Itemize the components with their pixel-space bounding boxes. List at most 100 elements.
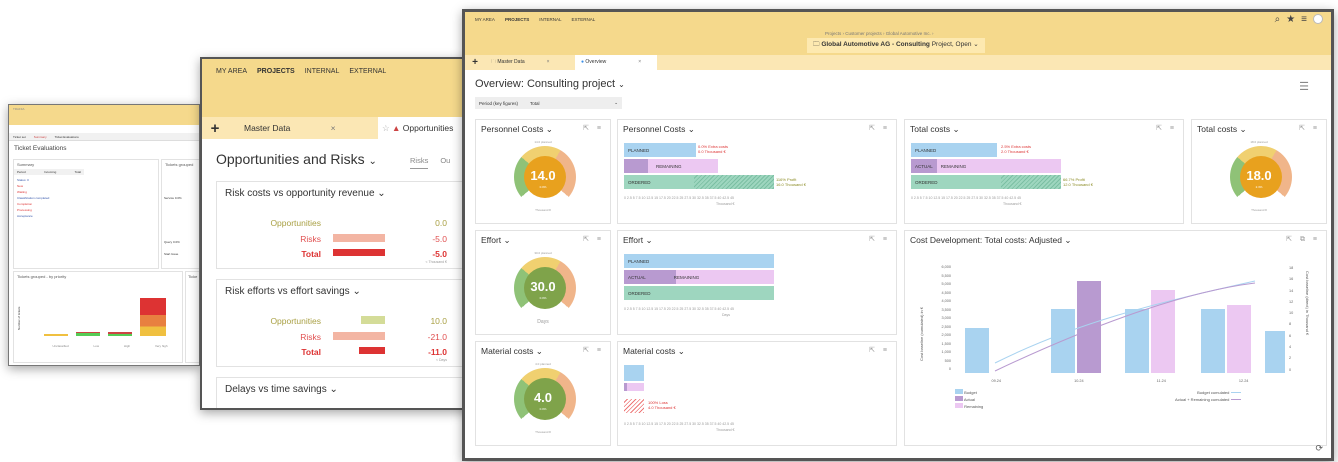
profit-value: 12.0 Thousand € <box>1063 182 1093 187</box>
tab-summary[interactable]: Summary <box>34 135 47 139</box>
nav-external[interactable]: EXTERNAL <box>349 68 386 75</box>
legend-actual-cumulated[interactable]: Actual + Remaining cumulated <box>1175 396 1241 403</box>
total-bar <box>333 249 385 256</box>
profit-value: 16.0 Thousand € <box>776 182 806 187</box>
x-label: Very high <box>154 344 168 348</box>
list-item[interactable]: Acceptance <box>17 213 155 219</box>
period-selector[interactable]: Period (key figures) Total ⌄ <box>475 97 622 109</box>
opps-label: Opportunities <box>270 218 321 228</box>
gauge-value: 18.0 <box>1246 168 1272 183</box>
total-gauge-card: Total costs ⌄ ⇱ ≡ 18.0 planned 18.0 2.3%… <box>1191 119 1327 224</box>
card-icons[interactable]: ⇱ ≡ <box>583 346 604 354</box>
extra-costs-value: 0.0 Thousand € <box>698 149 726 154</box>
chevron-down-icon[interactable]: ⌄ <box>614 100 618 106</box>
card-icons[interactable]: ⇱ ≡ <box>869 346 890 354</box>
nav-my-area[interactable]: MY AREA <box>475 17 495 22</box>
star-icon[interactable]: ★ <box>1286 14 1295 25</box>
risks-bar <box>333 332 385 340</box>
y-axis-label-right: Cost baseline (direct) in Thousand € <box>1305 271 1310 336</box>
gauge-percent: 0.0% <box>539 407 547 411</box>
nav-projects[interactable]: PROJECTS <box>505 17 529 22</box>
legend-budget-cumulated[interactable]: Budget cumulated <box>1175 389 1241 396</box>
card-icons[interactable]: ⇱ ≡ <box>869 235 890 243</box>
chevron-down-icon[interactable]: ⌄ <box>618 80 625 89</box>
material-bar-card: Material costs ⌄ ⇱ ≡ 100% Loss 4.0 Thousa… <box>617 341 897 446</box>
ticke-title: Ticke <box>188 274 198 279</box>
bar-planned: PLANNED <box>911 143 997 157</box>
add-tab-icon[interactable]: + <box>202 120 228 137</box>
x-axis-unit: Thousand € <box>716 428 735 432</box>
card-icons[interactable]: ⇱ ≡ <box>1299 124 1320 132</box>
gauge-percent: 0.0% <box>539 185 547 189</box>
project-selector[interactable]: 🗀 Global Automotive AG - Consulting Proj… <box>807 38 985 53</box>
nav-my-area[interactable]: MY AREA <box>216 68 247 75</box>
legend-right: Budget cumulated Actual + Remaining cumu… <box>1175 389 1241 403</box>
tab-ou[interactable]: Ou <box>440 156 450 169</box>
card-title: Material costs <box>481 346 534 356</box>
total-bar-card: Total costs ⌄ ⇱ ≡ PLANNED ACTUAL REMAININ… <box>904 119 1184 224</box>
personnel-bar-card: Personnel Costs ⌄ ⇱ ≡ PLANNED REMAINING … <box>617 119 897 224</box>
risks-value: -21.0 <box>427 332 447 342</box>
add-tab-icon[interactable]: + <box>465 57 485 68</box>
gauge-planned: 30.0 planned <box>534 251 552 255</box>
chevron-down-icon[interactable]: ⌄ <box>369 156 377 167</box>
period-label: Period (key figures) <box>479 100 519 106</box>
gauge-percent: 0.0% <box>539 296 547 300</box>
star-icon[interactable]: ☆ <box>382 123 390 133</box>
total-label: Total <box>301 249 321 259</box>
refresh-icon[interactable]: ⟳ <box>1315 443 1323 454</box>
bar-low <box>76 332 100 336</box>
cost-development-card: Cost Development: Total costs: Adjusted … <box>904 230 1327 446</box>
nav-internal[interactable]: INTERNAL <box>305 68 340 75</box>
tab-overview[interactable]: ● Overview × <box>575 55 657 70</box>
card-icons[interactable]: ⇱ ≡ <box>1156 124 1177 132</box>
card-icons[interactable]: ⇱ ⧉ ≡ <box>1286 235 1320 244</box>
page-title: Ticket Evaluations <box>14 145 67 152</box>
tab-ticket-evaluations[interactable]: Ticket Evaluations <box>55 135 79 139</box>
search-icon[interactable]: ⌕ <box>1275 14 1281 25</box>
card-icons[interactable]: ⇱ ≡ <box>869 124 890 132</box>
nav-external[interactable]: EXTERNAL <box>571 17 595 22</box>
opportunities-window: MY AREA PROJECTS INTERNAL EXTERNAL + Mas… <box>200 57 484 410</box>
summary-card: Summary Period Incoming Total Status: 0 … <box>13 159 159 269</box>
settings-icon[interactable]: ☰ <box>1299 80 1309 93</box>
risks-label: Risks <box>300 332 321 342</box>
nav-internal[interactable]: INTERNAL <box>539 17 561 22</box>
x-axis-ticks: 0 2.5 5 7.5 10 12.5 15 17.5 20 22.5 25 2… <box>624 196 734 200</box>
legend-remaining[interactable]: Remaining <box>955 403 983 410</box>
close-icon[interactable]: × <box>331 123 336 133</box>
close-icon[interactable]: × <box>638 59 641 65</box>
breadcrumb[interactable]: Projects › Customer projects › Global Au… <box>825 31 934 36</box>
tickets-grouped-card: Tickets grouped Service 0.0% Query 0.0% … <box>161 159 199 269</box>
bar-budget-0924 <box>965 328 989 373</box>
ticke-card: Ticke <box>185 271 199 363</box>
nav-projects[interactable]: PROJECTS <box>257 68 295 75</box>
opps-label: Opportunities <box>270 316 321 326</box>
bar-high <box>108 332 132 336</box>
menu-icon[interactable]: ≡ <box>1301 14 1307 25</box>
tab-ticket-set[interactable]: Ticket set <box>13 135 26 139</box>
y-ticks-left: 6,000 5,500 5,000 4,500 4,000 3,500 3,000 2,500… <box>941 265 951 371</box>
total-bar <box>359 347 385 354</box>
priority-title: Tickets grouped - by priority <box>17 274 67 279</box>
bar-planned: PLANNED <box>624 254 774 268</box>
legend-actual[interactable]: Actual <box>955 396 983 403</box>
card-icons[interactable]: ⇱ ≡ <box>583 235 604 243</box>
top-nav: MY AREA PROJECTS INTERNAL EXTERNAL Proje… <box>465 12 1331 55</box>
effort-gauge-card: Effort ⌄ ⇱ ≡ 30.0 planned 30.0 0.0% Days <box>475 230 611 335</box>
bar-unclassified <box>44 334 68 336</box>
top-nav: MY AREA PROJECTS INTERNAL EXTERNAL <box>202 59 482 117</box>
total-value: -5.0 <box>432 249 447 259</box>
period-value[interactable]: Total <box>530 101 540 106</box>
x-axis-unit: Thousand € <box>716 202 735 206</box>
close-icon[interactable]: × <box>547 59 550 65</box>
legend-budget[interactable]: Budget <box>955 389 983 396</box>
avatar[interactable] <box>1313 14 1323 24</box>
query-label: Query 0.0% <box>164 240 180 244</box>
gauge-planned: 18.0 planned <box>1250 140 1268 144</box>
tab-master-data[interactable]: 🗀 Master Data × <box>485 59 575 67</box>
tab-master-data[interactable]: Master Data × <box>228 123 378 133</box>
tab-risks[interactable]: Risks <box>410 156 429 169</box>
personnel-gauge-card: Personnel Costs ⌄ ⇱ ≡ 14.0 planned 14.0 … <box>475 119 611 224</box>
card-icons[interactable]: ⇱ ≡ <box>583 124 604 132</box>
